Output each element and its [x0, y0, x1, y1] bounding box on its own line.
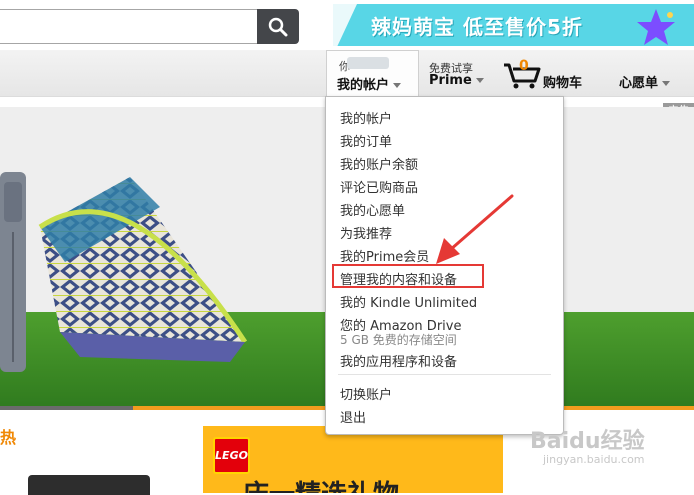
carousel-indicator-active[interactable] — [0, 406, 133, 410]
chevron-down-icon — [662, 81, 671, 86]
account-menu-trigger[interactable]: 你 我的帐户 — [326, 50, 419, 96]
menu-item-review-purchases[interactable]: 评论已购商品 — [340, 177, 418, 196]
hot-section-label: 热 — [0, 428, 17, 447]
prime-label: Prime — [429, 73, 472, 88]
star-icon — [637, 9, 675, 45]
chevron-down-icon — [393, 83, 402, 88]
menu-item-prime-membership[interactable]: 我的Prime会员 — [340, 246, 429, 265]
menu-item-wishlist[interactable]: 我的心愿单 — [340, 200, 405, 219]
menu-item-balance[interactable]: 我的账户余额 — [340, 154, 418, 173]
baidu-watermark-url: jingyan.baidu.com — [543, 453, 645, 466]
promo-stripe — [333, 4, 357, 46]
product-image[interactable] — [28, 475, 150, 495]
menu-item-recommendations[interactable]: 为我推荐 — [340, 223, 392, 242]
menu-item-my-account[interactable]: 我的帐户 — [340, 108, 392, 127]
lego-banner-text: 庆一精选礼物 — [243, 474, 399, 493]
promo-banner[interactable]: 辣妈萌宝 低至售价5折 — [333, 4, 694, 46]
lego-banner[interactable]: LEGO 庆一精选礼物 — [203, 426, 503, 493]
chevron-down-icon — [475, 78, 484, 83]
promo-text: 辣妈萌宝 低至售价5折 — [371, 15, 583, 39]
annotation-arrow-icon — [436, 194, 514, 264]
wishlist-menu[interactable]: 心愿单 — [619, 72, 671, 91]
account-label-text: 我的帐户 — [337, 78, 390, 93]
amazon-drive-subtitle: 5 GB 免费的存储空间 — [340, 333, 457, 347]
account-name-blurred — [347, 57, 389, 69]
search-input[interactable] — [0, 9, 258, 44]
baidu-watermark: Baidu经验 — [530, 429, 645, 454]
menu-item-orders[interactable]: 我的订单 — [340, 131, 392, 150]
menu-item-switch-account[interactable]: 切换账户 — [340, 384, 392, 403]
wishlist-label: 心愿单 — [619, 76, 659, 91]
menu-divider — [338, 374, 551, 375]
lego-logo: LEGO — [213, 437, 250, 474]
cart-label[interactable]: 购物车 — [543, 72, 582, 91]
search-icon — [268, 17, 288, 36]
menu-item-kindle-unlimited[interactable]: 我的 Kindle Unlimited — [340, 292, 477, 311]
menu-item-apps-devices[interactable]: 我的应用程序和设备 — [340, 351, 457, 370]
cart-count: 0 — [519, 58, 529, 74]
prime-menu[interactable]: Prime — [429, 73, 484, 88]
account-label: 我的帐户 — [337, 74, 402, 93]
menu-item-sign-out[interactable]: 退出 — [340, 407, 366, 426]
tent-image — [38, 177, 248, 362]
search-button[interactable] — [257, 9, 299, 44]
